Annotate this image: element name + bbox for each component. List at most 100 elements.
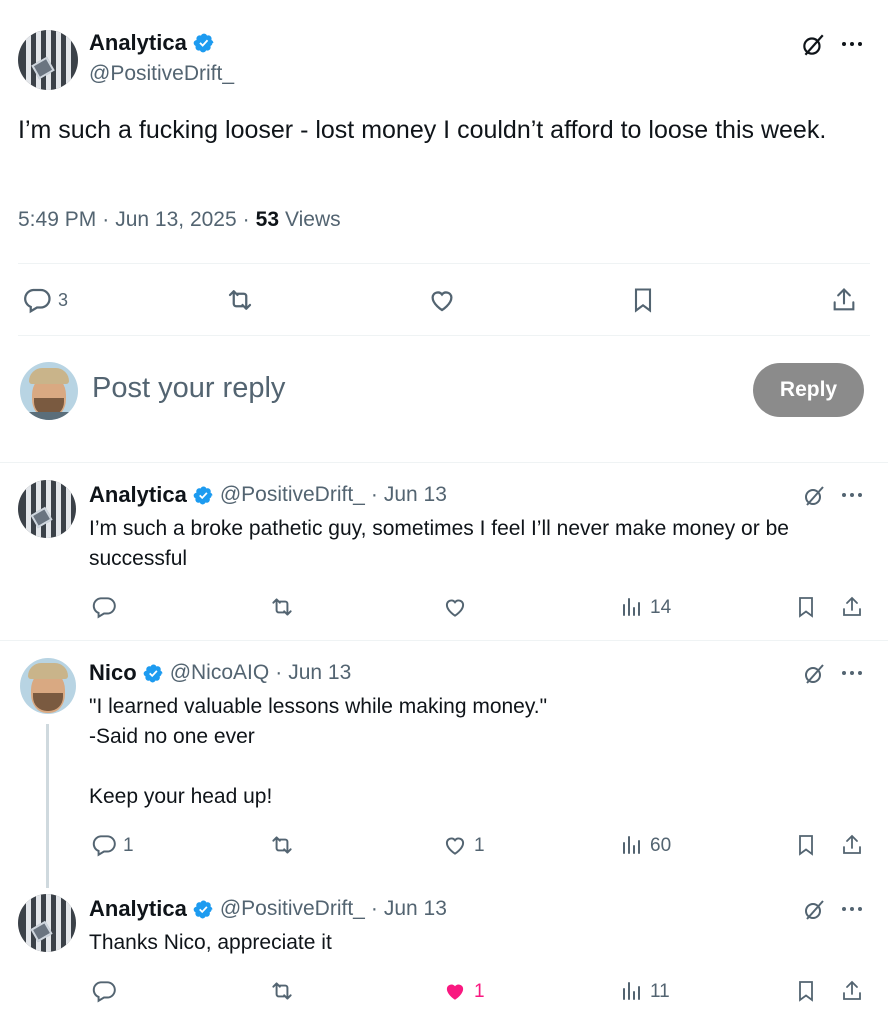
author-name[interactable]: Analytica <box>89 896 187 922</box>
views-label: Views <box>285 208 341 231</box>
repost-icon <box>272 598 292 616</box>
divider <box>18 263 870 264</box>
reply-count: 1 <box>123 834 134 856</box>
views-count: 53 <box>255 208 280 231</box>
post-meta: 5:49 PM · Jun 13, 2025 · 53 Views <box>18 208 341 232</box>
grok-icon[interactable] <box>802 484 826 508</box>
divider <box>18 335 870 336</box>
like-count: 1 <box>474 980 485 1002</box>
like-button[interactable] <box>427 285 457 315</box>
verified-badge-icon <box>143 663 164 684</box>
divider <box>0 462 888 463</box>
views-count: 60 <box>650 834 672 856</box>
post-text: I’m such a fucking looser - lost money I… <box>18 116 827 144</box>
grok-icon[interactable] <box>802 662 826 686</box>
share-icon <box>843 980 861 1000</box>
reply-icon <box>92 597 116 619</box>
repost-icon <box>272 836 292 854</box>
meta-separator: · <box>242 208 250 231</box>
more-icon[interactable] <box>840 38 864 50</box>
grok-icon[interactable] <box>802 898 826 922</box>
repost-button[interactable] <box>224 285 256 315</box>
like-icon <box>446 984 464 1000</box>
author-avatar[interactable] <box>18 894 76 952</box>
author-avatar[interactable] <box>18 30 78 90</box>
post-date[interactable]: Jun 13 <box>384 897 447 921</box>
post-text-line: "I learned valuable lessons while making… <box>89 695 548 718</box>
author-handle[interactable]: @NicoAIQ <box>170 661 270 685</box>
reply-input[interactable]: Post your reply <box>92 372 712 410</box>
post-date[interactable]: Jun 13, 2025 <box>115 208 236 232</box>
reply-icon <box>92 981 116 1003</box>
repost-button[interactable] <box>268 832 296 858</box>
share-button[interactable] <box>840 832 864 858</box>
thread-line <box>46 724 49 888</box>
user-avatar[interactable] <box>20 362 78 420</box>
share-icon <box>833 288 855 311</box>
bookmark-button[interactable] <box>794 594 818 620</box>
post-text: Thanks Nico, appreciate it <box>89 931 332 954</box>
post-text-line: Keep your head up! <box>89 785 273 808</box>
repost-icon <box>228 290 252 310</box>
post-time[interactable]: 5:49 PM <box>18 208 96 232</box>
post-text-line <box>89 752 849 782</box>
reply-icon <box>24 288 51 314</box>
grok-icon[interactable] <box>800 32 826 58</box>
reply-button[interactable] <box>91 594 123 620</box>
views-count: 11 <box>650 980 670 1002</box>
share-icon <box>843 834 861 854</box>
bookmark-icon <box>799 981 813 1002</box>
reply-button[interactable]: 1 <box>91 832 134 858</box>
post-text-line: -Said no one ever <box>89 725 255 748</box>
verified-badge-icon <box>193 32 215 54</box>
more-icon[interactable] <box>841 490 863 500</box>
like-icon <box>445 599 465 617</box>
repost-button[interactable] <box>268 594 296 620</box>
bookmark-button[interactable] <box>629 285 657 315</box>
views-count: 14 <box>650 596 672 618</box>
author-avatar[interactable] <box>20 658 76 714</box>
meta-separator: · <box>370 897 378 920</box>
bookmark-button[interactable] <box>794 978 818 1004</box>
share-button[interactable] <box>840 978 864 1004</box>
more-icon[interactable] <box>841 668 863 678</box>
reply-count: 3 <box>58 290 69 310</box>
repost-button[interactable] <box>268 978 296 1004</box>
repost-icon <box>272 982 292 1000</box>
bookmark-button[interactable] <box>794 832 818 858</box>
more-icon[interactable] <box>841 904 863 914</box>
author-handle[interactable]: @PositiveDrift_ <box>220 897 365 921</box>
meta-separator: · <box>275 661 283 684</box>
meta-separator: · <box>102 208 110 231</box>
author-name[interactable]: Analytica <box>89 30 187 56</box>
post-text: "I learned valuable lessons while making… <box>89 692 849 812</box>
author-avatar[interactable] <box>18 480 76 538</box>
share-button[interactable] <box>840 594 864 620</box>
views-button[interactable]: 14 <box>620 594 671 620</box>
post-date[interactable]: Jun 13 <box>288 661 351 685</box>
views-icon <box>623 836 640 854</box>
reply-submit-button[interactable]: Reply <box>753 363 864 417</box>
post-date[interactable]: Jun 13 <box>384 483 447 507</box>
views-icon <box>623 982 640 1000</box>
like-count: 1 <box>474 834 485 856</box>
bookmark-icon <box>634 288 652 313</box>
author-name[interactable]: Analytica <box>89 482 187 508</box>
bookmark-icon <box>799 835 813 856</box>
verified-badge-icon <box>193 485 214 506</box>
author-name[interactable]: Nico <box>89 660 137 686</box>
views-icon <box>623 598 640 616</box>
like-icon <box>431 291 453 312</box>
author-handle[interactable]: @PositiveDrift_ <box>220 483 365 507</box>
share-icon <box>843 596 861 616</box>
reply-button[interactable] <box>91 978 123 1004</box>
like-button[interactable]: 1 <box>442 832 485 858</box>
views-button[interactable]: 60 <box>620 832 671 858</box>
like-button[interactable] <box>442 594 474 620</box>
reply-button[interactable]: 3 <box>22 285 68 315</box>
share-button[interactable] <box>830 285 858 315</box>
author-handle[interactable]: @PositiveDrift_ <box>89 62 234 86</box>
like-button[interactable]: 1 <box>442 978 485 1004</box>
views-button[interactable]: 11 <box>620 978 670 1004</box>
bookmark-icon <box>799 597 813 618</box>
